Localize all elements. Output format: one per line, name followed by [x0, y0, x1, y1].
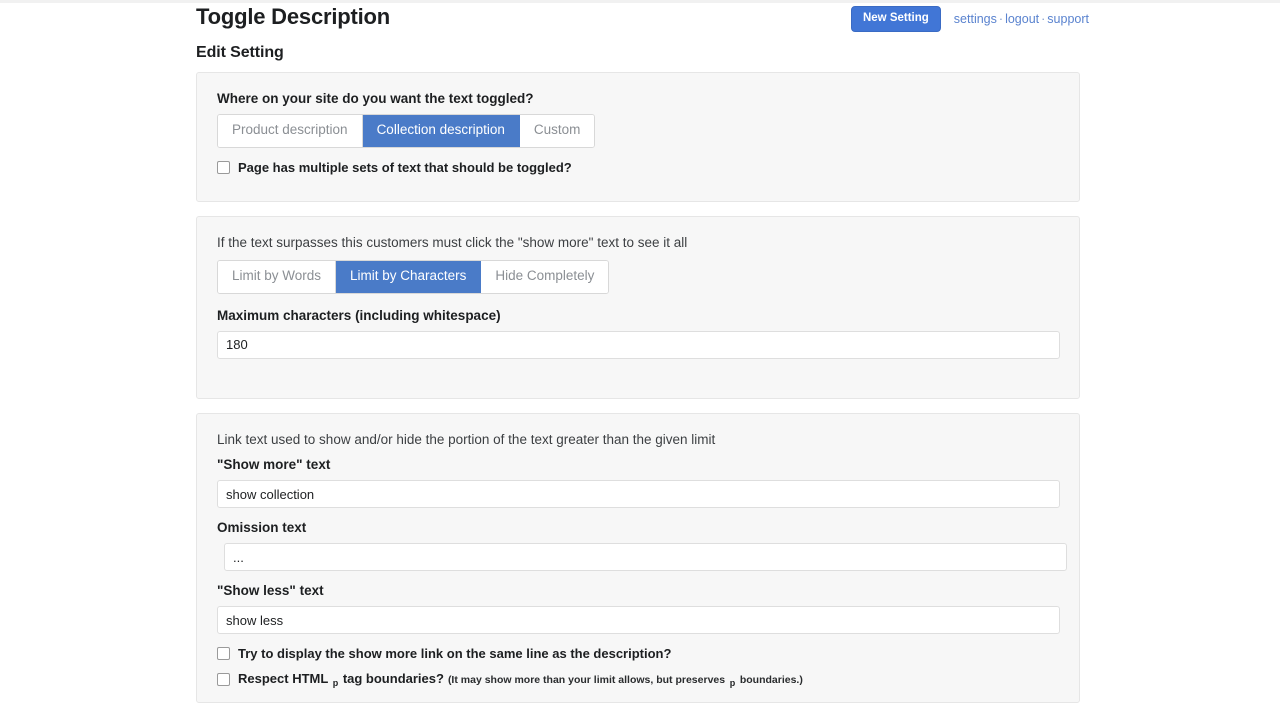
respect-html-note-tag-code: p	[729, 678, 737, 688]
respect-html-label: Respect HTML p tag boundaries? (It may sh…	[238, 671, 803, 689]
section-title: Edit Setting	[196, 44, 1089, 62]
limit-method-segmented-control[interactable]: Limit by Words Limit by Characters Hide …	[217, 260, 609, 294]
card-toggle-location: Where on your site do you want the text …	[196, 72, 1080, 202]
limit-method-note: If the text surpasses this customers mus…	[217, 235, 1059, 250]
segment-limit-by-characters[interactable]: Limit by Characters	[336, 261, 481, 293]
link-separator-1: ·	[999, 12, 1003, 26]
link-separator-2: ·	[1041, 12, 1045, 26]
multiple-sets-label: Page has multiple sets of text that shou…	[238, 160, 572, 176]
show-more-input[interactable]	[217, 480, 1060, 508]
respect-html-note-b: boundaries.)	[740, 674, 803, 686]
omission-label: Omission text	[217, 520, 1059, 535]
segment-hide-completely[interactable]: Hide Completely	[481, 261, 608, 293]
show-more-label: "Show more" text	[217, 457, 1059, 472]
multiple-sets-row: Page has multiple sets of text that shou…	[217, 160, 1059, 176]
same-line-row: Try to display the show more link on the…	[217, 646, 1059, 662]
link-support[interactable]: support	[1047, 12, 1089, 26]
link-logout[interactable]: logout	[1005, 12, 1039, 26]
link-settings[interactable]: settings	[954, 12, 997, 26]
respect-html-text-b: tag boundaries?	[343, 671, 444, 686]
omission-input[interactable]	[224, 543, 1067, 571]
segment-product-description[interactable]: Product description	[218, 115, 363, 147]
max-characters-label: Maximum characters (including whitespace…	[217, 308, 1059, 323]
header-actions: New Setting settings·logout·support	[851, 6, 1089, 32]
toggle-location-segmented-control[interactable]: Product description Collection descripti…	[217, 114, 595, 148]
segment-custom[interactable]: Custom	[520, 115, 595, 147]
header-nav-links: settings·logout·support	[954, 12, 1089, 26]
page-title: Toggle Description	[196, 4, 390, 30]
same-line-label: Try to display the show more link on the…	[238, 646, 671, 662]
page-container: Toggle Description New Setting settings·…	[196, 0, 1089, 717]
respect-html-checkbox[interactable]	[217, 673, 230, 686]
segment-limit-by-words[interactable]: Limit by Words	[218, 261, 336, 293]
page-header: Toggle Description New Setting settings·…	[196, 0, 1089, 36]
same-line-checkbox[interactable]	[217, 647, 230, 660]
card-limit-method: If the text surpasses this customers mus…	[196, 216, 1080, 399]
segment-collection-description[interactable]: Collection description	[363, 115, 520, 147]
toggle-location-question: Where on your site do you want the text …	[217, 91, 1059, 106]
show-less-label: "Show less" text	[217, 583, 1059, 598]
respect-html-text-a: Respect HTML	[238, 671, 328, 686]
multiple-sets-checkbox[interactable]	[217, 161, 230, 174]
new-setting-button[interactable]: New Setting	[851, 6, 941, 32]
respect-html-note-a: (It may show more than your limit allows…	[448, 674, 725, 686]
max-characters-input[interactable]	[217, 331, 1060, 359]
respect-html-row: Respect HTML p tag boundaries? (It may sh…	[217, 671, 1059, 689]
link-text-note: Link text used to show and/or hide the p…	[217, 432, 1059, 447]
show-less-input[interactable]	[217, 606, 1060, 634]
card-link-text: Link text used to show and/or hide the p…	[196, 413, 1080, 703]
respect-html-tag-code: p	[332, 678, 340, 688]
